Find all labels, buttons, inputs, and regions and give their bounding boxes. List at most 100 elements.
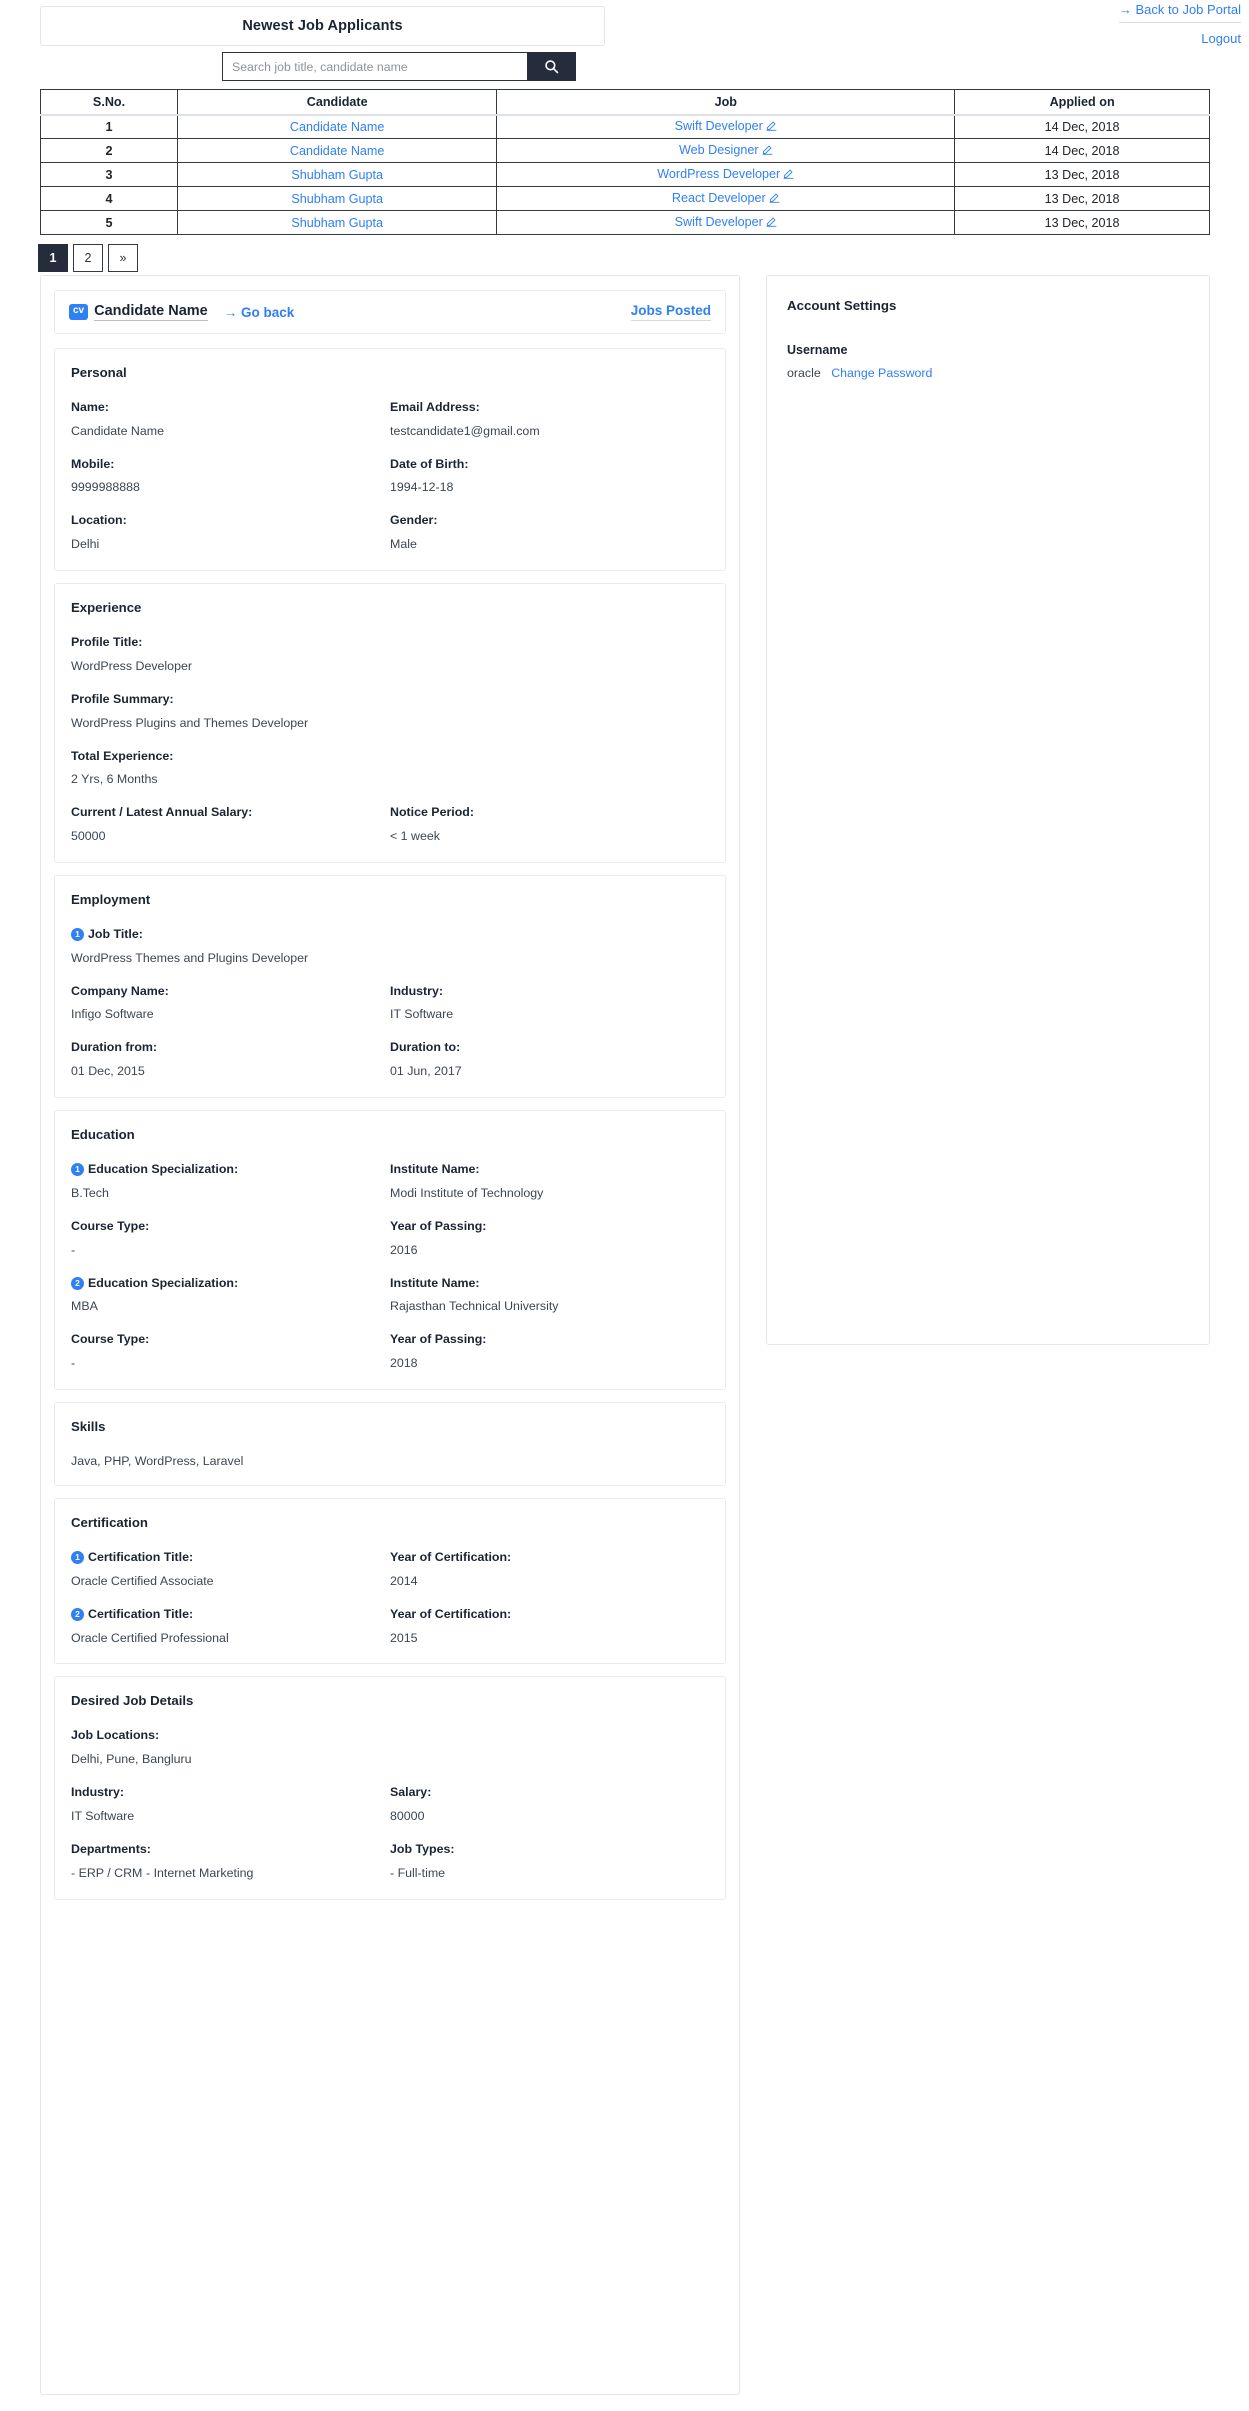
field-desired-salary-label: Salary: — [390, 1785, 432, 1800]
field-desired-industry-value: IT Software — [71, 1808, 135, 1823]
job-link[interactable]: React Developer — [672, 191, 766, 205]
education-entry-1-row-2: Course Type: - Year of Passing: 2016 — [71, 1218, 709, 1260]
field-departments: Departments: - ERP / CRM - Internet Mark… — [71, 1841, 390, 1883]
field-year-passing-1-label: Year of Passing: — [390, 1218, 487, 1233]
go-back-link[interactable]: → Go back — [224, 305, 295, 320]
field-certification-year-2: Year of Certification: 2015 — [390, 1606, 709, 1648]
field-profile-title-value: WordPress Developer — [71, 658, 192, 673]
field-salary: Current / Latest Annual Salary: 50000 — [71, 804, 390, 846]
cell-sno: 3 — [39, 162, 179, 187]
job-link[interactable]: Swift Developer — [675, 119, 763, 133]
search-input[interactable] — [222, 52, 527, 81]
job-link[interactable]: Web Designer — [679, 143, 759, 157]
candidate-link[interactable]: Shubham Gupta — [291, 192, 383, 206]
field-year-passing-2: Year of Passing: 2018 — [390, 1331, 709, 1373]
field-job-title: 1 Job Title: WordPress Themes and Plugins… — [71, 926, 709, 968]
change-password-link[interactable]: Change Password — [831, 366, 932, 380]
field-course-type-1-value: - — [71, 1242, 76, 1257]
employment-row-3: Duration from: 01 Dec, 2015 Duration to:… — [71, 1039, 709, 1081]
edit-icon[interactable] — [766, 216, 777, 230]
field-mobile-label: Mobile: — [71, 456, 115, 471]
field-desired-industry: Industry: IT Software — [71, 1784, 390, 1826]
education-title: Education — [71, 1127, 135, 1143]
field-certification-year-1: Year of Certification: 2014 — [390, 1549, 709, 1591]
field-salary-label: Current / Latest Annual Salary: — [71, 805, 253, 820]
field-job-locations: Job Locations: Delhi, Pune, Bangluru — [71, 1727, 709, 1769]
candidate-profile-panel: cv Candidate Name → Go back Jobs Posted … — [40, 275, 740, 2395]
cell-candidate: Candidate Name — [177, 138, 498, 163]
field-employment-industry-label: Industry: — [390, 983, 444, 998]
job-link[interactable]: Swift Developer — [675, 215, 763, 229]
field-departments-label: Departments: — [71, 1841, 151, 1856]
pagination-page-2[interactable]: 2 — [73, 244, 103, 272]
personal-row-2: Mobile: 9999988888 Date of Birth: 1994-1… — [71, 456, 709, 498]
personal-row-1: Name: Candidate Name Email Address: test… — [71, 399, 709, 441]
profile-candidate-name: Candidate Name — [94, 303, 208, 321]
index-badge-icon: 1 — [71, 1551, 84, 1565]
candidate-link[interactable]: Candidate Name — [290, 144, 385, 158]
job-link[interactable]: WordPress Developer — [657, 167, 780, 181]
field-certification-year-2-label: Year of Certification: — [390, 1606, 512, 1621]
search-button[interactable] — [527, 52, 576, 81]
account-settings-title: Account Settings — [787, 298, 897, 313]
edit-icon[interactable] — [769, 192, 780, 206]
field-institute-2-value: Rajasthan Technical University — [390, 1299, 559, 1314]
field-education-spec-1-label-text: Education Specialization: — [88, 1162, 239, 1177]
back-to-job-portal-link[interactable]: → Back to Job Portal — [1118, 0, 1241, 24]
field-certification-year-1-value: 2014 — [390, 1573, 418, 1588]
pagination-page-1[interactable]: 1 — [38, 244, 68, 272]
pagination-next-button[interactable]: » — [108, 244, 138, 272]
field-job-title-value: WordPress Themes and Plugins Developer — [71, 950, 309, 965]
field-job-locations-value: Delhi, Pune, Bangluru — [71, 1752, 192, 1767]
field-profile-title-label: Profile Title: — [71, 635, 143, 650]
field-notice-period-label: Notice Period: — [390, 805, 474, 820]
desired-job-row-1: Job Locations: Delhi, Pune, Bangluru — [71, 1727, 709, 1769]
personal-title: Personal — [71, 365, 127, 380]
field-location-label: Location: — [71, 513, 127, 528]
field-course-type-1-label: Course Type: — [71, 1218, 150, 1233]
field-employment-industry-value: IT Software — [390, 1007, 454, 1022]
search-bar — [222, 52, 576, 81]
logout-link[interactable]: Logout — [1201, 29, 1241, 49]
edit-icon[interactable] — [766, 120, 777, 134]
field-certification-year-2-value: 2015 — [390, 1630, 418, 1645]
account-settings-panel: Account Settings Username oracle Change … — [766, 275, 1210, 1345]
cell-applied-on: 13 Dec, 2018 — [954, 162, 1210, 187]
jobs-posted-link[interactable]: Jobs Posted — [630, 303, 711, 321]
field-certification-year-1-label: Year of Certification: — [390, 1550, 512, 1565]
desired-job-details-card: Desired Job Details Job Locations: Delhi… — [54, 1676, 726, 1900]
field-duration-to-label: Duration to: — [390, 1040, 461, 1055]
desired-job-row-3: Departments: - ERP / CRM - Internet Mark… — [71, 1841, 709, 1883]
field-job-locations-label: Job Locations: — [71, 1728, 160, 1743]
field-education-spec-1-value: B.Tech — [71, 1185, 109, 1200]
edit-icon[interactable] — [783, 168, 794, 182]
field-institute-1-value: Modi Institute of Technology — [390, 1185, 544, 1200]
table-body: 1 Candidate Name Swift Developer 14 Dec,… — [39, 114, 1210, 235]
field-education-spec-2: 2 Education Specialization: MBA — [71, 1275, 390, 1317]
field-institute-2-label: Institute Name: — [390, 1275, 480, 1290]
table-row: 2 Candidate Name Web Designer 14 Dec, 20… — [39, 138, 1210, 163]
field-institute-1-label: Institute Name: — [390, 1162, 480, 1177]
skills-title: Skills — [71, 1419, 106, 1435]
field-certification-title-1-value: Oracle Certified Associate — [71, 1573, 214, 1588]
employment-row-1: 1 Job Title: WordPress Themes and Plugins… — [71, 926, 709, 968]
field-job-title-label-text: Job Title: — [88, 927, 143, 942]
candidate-link[interactable]: Candidate Name — [290, 120, 385, 134]
candidate-link[interactable]: Shubham Gupta — [291, 216, 383, 230]
field-certification-title-2: 2 Certification Title: Oracle Certified P… — [71, 1606, 390, 1648]
cv-badge-icon: cv — [69, 304, 89, 320]
field-dob-value: 1994-12-18 — [390, 480, 454, 495]
field-education-spec-2-label-text: Education Specialization: — [88, 1275, 239, 1290]
certification-card: Certification 1 Certification Title: Orac… — [54, 1498, 726, 1665]
desired-job-details-title: Desired Job Details — [71, 1693, 194, 1709]
personal-row-3: Location: Delhi Gender: Male — [71, 512, 709, 554]
edit-icon[interactable] — [762, 144, 773, 158]
field-certification-title-2-label: 2 Certification Title: — [71, 1606, 380, 1623]
cell-job: React Developer — [496, 186, 956, 211]
candidate-link[interactable]: Shubham Gupta — [291, 168, 383, 182]
experience-title: Experience — [71, 600, 142, 616]
experience-card: Experience Profile Title: WordPress Deve… — [54, 583, 726, 864]
field-institute-2: Institute Name: Rajasthan Technical Univ… — [390, 1275, 709, 1317]
cell-sno: 1 — [39, 114, 179, 139]
field-education-spec-1-label: 1 Education Specialization: — [71, 1161, 380, 1178]
